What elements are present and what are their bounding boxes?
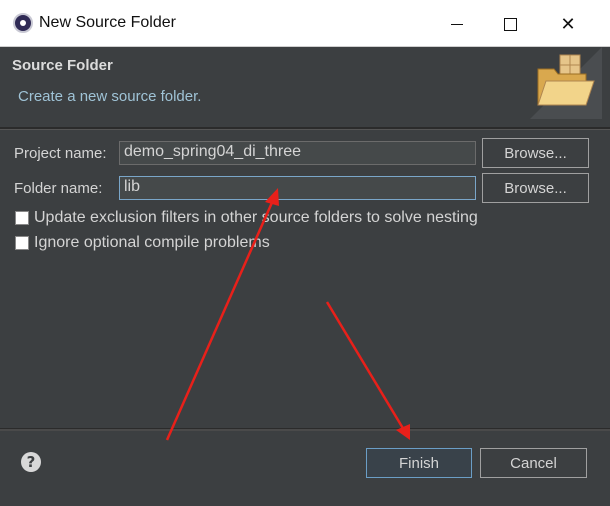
maximize-icon (503, 17, 517, 31)
page-title: Source Folder (12, 57, 113, 74)
folder-browse-button[interactable]: Browse... (482, 173, 589, 203)
close-button[interactable]: ✕ (546, 10, 590, 38)
new-source-folder-dialog: New Source Folder ✕ Source Folder Create… (0, 0, 610, 506)
project-name-label: Project name: (14, 145, 107, 162)
ignore-compile-label: Ignore optional compile problems (34, 234, 270, 251)
annotation-arrowhead-finish (396, 424, 410, 440)
footer-separator (0, 428, 610, 431)
project-name-field[interactable]: demo_spring04_di_three (119, 141, 476, 165)
minimize-icon (451, 23, 463, 25)
eclipse-icon (13, 13, 33, 33)
finish-button[interactable]: Finish (366, 448, 472, 478)
update-exclusion-label: Update exclusion filters in other source… (34, 209, 478, 226)
close-icon: ✕ (560, 13, 576, 35)
folder-icon (524, 47, 602, 121)
maximize-button[interactable] (488, 10, 532, 38)
update-exclusion-checkbox[interactable] (15, 211, 29, 225)
minimize-button[interactable] (435, 10, 479, 38)
wizard-header: Source Folder Create a new source folder… (0, 47, 610, 127)
title-bar: New Source Folder ✕ (0, 0, 610, 47)
annotation-arrow-to-finish (325, 301, 406, 431)
folder-name-label: Folder name: (14, 180, 103, 197)
page-description: Create a new source folder. (18, 88, 202, 105)
help-icon[interactable]: ? (21, 452, 41, 472)
ignore-compile-checkbox[interactable] (15, 236, 29, 250)
window-title: New Source Folder (39, 14, 176, 31)
folder-name-field[interactable]: lib (119, 176, 476, 200)
project-browse-button[interactable]: Browse... (482, 138, 589, 168)
cancel-button[interactable]: Cancel (480, 448, 587, 478)
header-separator (0, 127, 610, 130)
